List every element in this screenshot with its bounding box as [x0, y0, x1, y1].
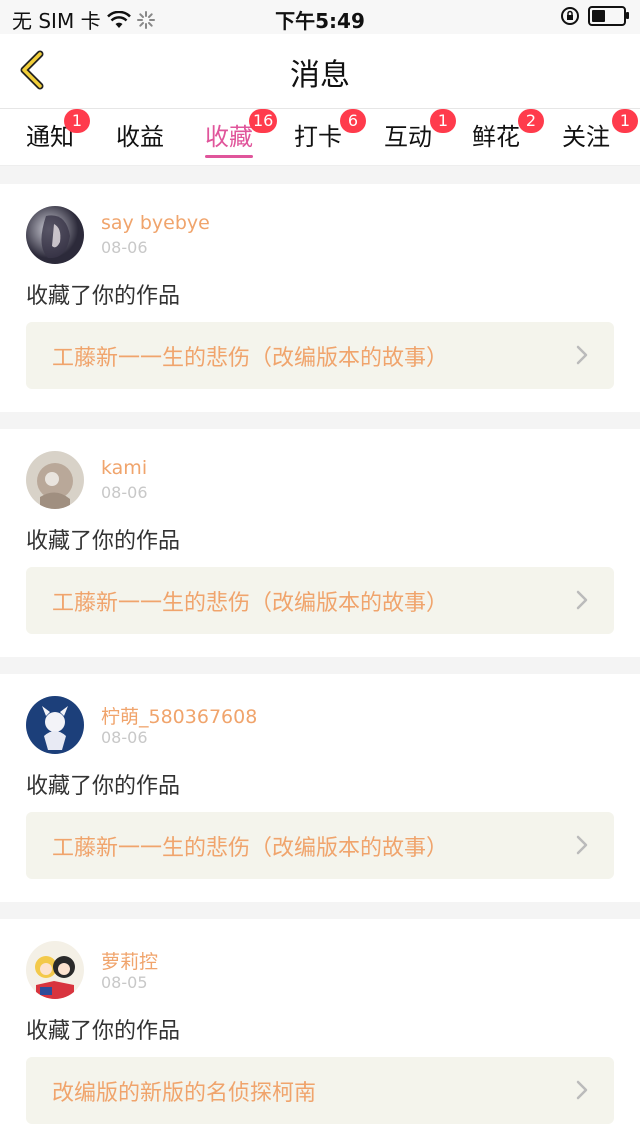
- status-right: [560, 6, 629, 26]
- tab-flowers[interactable]: 鲜花 2: [472, 109, 544, 152]
- work-title: 工藤新一一生的悲伤（改编版本的故事）: [52, 346, 449, 371]
- chevron-right-icon: [576, 1080, 588, 1100]
- chevron-right-icon: [576, 345, 588, 365]
- tab-bar: 通知 1 收益 收藏 16 打卡 6 互动 1 鲜花 2 关注 1: [0, 109, 640, 166]
- username[interactable]: 萝莉控: [101, 947, 158, 974]
- avatar[interactable]: [26, 451, 84, 509]
- tab-checkin[interactable]: 打卡 6: [294, 109, 366, 152]
- avatar[interactable]: [26, 941, 84, 999]
- battery-icon: [588, 6, 629, 26]
- work-title: 工藤新一一生的悲伤（改编版本的故事）: [52, 591, 449, 616]
- message-card: 柠萌_580367608 08-06 收藏了你的作品 工藤新一一生的悲伤（改编版…: [0, 674, 640, 902]
- tab-notifications[interactable]: 通知 1: [26, 109, 90, 152]
- orientation-lock-icon: [561, 7, 579, 25]
- status-time: 下午5:49: [275, 9, 365, 33]
- action-text: 收藏了你的作品: [26, 1019, 181, 1044]
- tab-badge: 1: [430, 109, 456, 133]
- tab-label: 关注: [562, 123, 610, 151]
- message-date: 08-06: [101, 238, 148, 257]
- status-bar: 无 SIM 卡 下午5:49: [0, 0, 640, 34]
- tab-follows[interactable]: 关注 1: [562, 109, 638, 152]
- username[interactable]: say byebye: [101, 212, 210, 234]
- tab-favorites[interactable]: 收藏 16: [205, 109, 278, 158]
- tab-label: 互动: [384, 123, 432, 151]
- work-link[interactable]: 工藤新一一生的悲伤（改编版本的故事）: [26, 567, 614, 634]
- chevron-right-icon: [576, 835, 588, 855]
- tab-badge: 1: [64, 109, 90, 133]
- tab-interactions[interactable]: 互动 1: [384, 109, 456, 152]
- tab-label: 收益: [116, 123, 164, 151]
- message-card: say byebye 08-06 收藏了你的作品 工藤新一一生的悲伤（改编版本的…: [0, 184, 640, 412]
- tab-badge: 1: [612, 109, 638, 133]
- username[interactable]: 柠萌_580367608: [101, 702, 257, 729]
- message-card: 萝莉控 08-05 收藏了你的作品 改编版的新版的名侦探柯南: [0, 919, 640, 1147]
- tab-badge: 6: [340, 109, 366, 133]
- tab-badge: 2: [518, 109, 544, 133]
- active-tab-indicator: [205, 155, 253, 158]
- action-text: 收藏了你的作品: [26, 284, 181, 309]
- tab-earnings[interactable]: 收益: [116, 117, 164, 152]
- work-title: 工藤新一一生的悲伤（改编版本的故事）: [52, 836, 449, 861]
- action-text: 收藏了你的作品: [26, 529, 181, 554]
- tab-label: 打卡: [294, 123, 342, 151]
- tab-label: 收藏: [205, 123, 253, 151]
- work-link[interactable]: 工藤新一一生的悲伤（改编版本的故事）: [26, 812, 614, 879]
- nav-bar: 消息: [0, 34, 640, 109]
- page-title: 消息: [290, 58, 350, 93]
- username[interactable]: kami: [101, 457, 147, 479]
- chevron-right-icon: [576, 590, 588, 610]
- work-link[interactable]: 改编版的新版的名侦探柯南: [26, 1057, 614, 1124]
- action-text: 收藏了你的作品: [26, 774, 181, 799]
- message-date: 08-05: [101, 973, 148, 992]
- avatar[interactable]: [26, 206, 84, 264]
- tab-badge: 16: [249, 109, 278, 133]
- avatar[interactable]: [26, 696, 84, 754]
- message-date: 08-06: [101, 483, 148, 502]
- message-card: kami 08-06 收藏了你的作品 工藤新一一生的悲伤（改编版本的故事）: [0, 429, 640, 657]
- work-title: 改编版的新版的名侦探柯南: [52, 1081, 317, 1106]
- tab-label: 鲜花: [472, 123, 520, 151]
- work-link[interactable]: 工藤新一一生的悲伤（改编版本的故事）: [26, 322, 614, 389]
- message-date: 08-06: [101, 728, 148, 747]
- message-list: say byebye 08-06 收藏了你的作品 工藤新一一生的悲伤（改编版本的…: [0, 166, 640, 1147]
